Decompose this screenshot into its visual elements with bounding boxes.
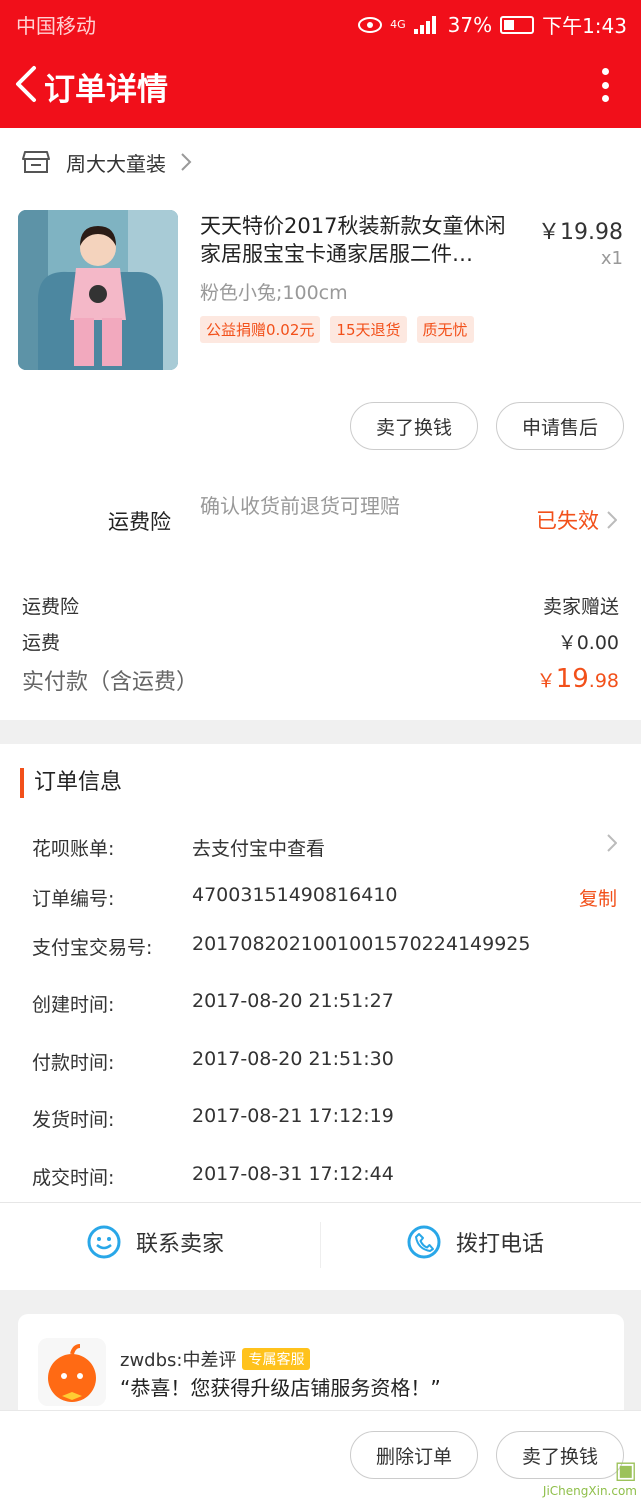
network-label: 4G [390,18,406,31]
info-label: 发货时间: [32,1109,115,1131]
info-label: 支付宝交易号: [32,937,153,959]
order-info-row: 发货时间: 2017-08-21 17:12:19 [32,1105,617,1132]
total-decimal: .98 [588,670,619,692]
order-info-row: 付款时间: 2017-08-20 21:51:30 [32,1048,617,1075]
order-info-row[interactable]: 花呗账单: 去支付宝中查看 [32,834,617,861]
phone-icon [407,1225,441,1259]
service-message-card[interactable]: zwdbs:中差评 专属客服 “恭喜！您获得升级店铺服务资格！” [18,1314,624,1424]
store-icon [22,151,50,173]
tag-quality: 质无忧 [416,316,474,343]
chevron-right-icon [181,153,192,171]
total-amount: ￥19.98 [537,664,619,696]
copy-button[interactable]: 复制 [579,884,617,911]
divider [0,1202,641,1203]
order-info-row: 创建时间: 2017-08-20 21:51:27 [32,990,617,1017]
info-value: 2017-08-20 21:51:27 [192,990,394,1012]
back-arrow-icon[interactable] [12,64,38,104]
page-title: 订单详情 [44,72,168,108]
summary-row: 运费险 卖家赠送 [22,592,619,619]
battery-icon [500,15,535,34]
order-info-row: 成交时间: 2017-08-31 17:12:44 [32,1163,617,1190]
battery-percent: 37% [447,12,493,37]
eye-icon [358,16,383,33]
order-info-row: 订单编号: 47003151490816410 复制 [32,884,617,911]
summary-label: 运费 [22,632,61,654]
info-value: 2017-08-31 17:12:44 [192,1163,394,1185]
summary-value: ￥0.00 [557,632,619,654]
order-info-row: 支付宝交易号: 2017082021001001570224149925 [32,933,617,960]
divider [320,1222,321,1268]
insurance-label: 运费险 [108,510,171,534]
mascot-avatar-icon [38,1338,106,1406]
info-label: 花呗账单: [32,838,115,860]
contact-seller-label: 联系卖家 [136,1232,225,1257]
service-badge: 专属客服 [242,1348,311,1370]
tag-charity: 公益捐赠0.02元 [200,316,321,343]
message-header: zwdbs:中差评 专属客服 [120,1346,311,1372]
info-label: 创建时间: [32,994,115,1016]
total-integer: 19 [555,664,589,694]
message-text: “恭喜！您获得升级店铺服务资格！” [120,1376,441,1400]
signal-icon [413,15,440,34]
app-header: 中国移动 4G 37% 下午1:43 订单详情 [0,0,641,128]
chevron-right-icon [607,834,617,852]
total-row: 实付款（含运费） ￥19.98 [22,664,619,696]
summary-row: 运费 ￥0.00 [22,628,619,655]
watermark-text: JiChengXin.com [542,1484,637,1498]
info-value: 47003151490816410 [192,884,398,906]
product-quantity: x1 [600,248,623,269]
clock: 下午1:43 [542,14,627,38]
order-item-card: 周大大童装 天天特价2017秋装新款女童休闲家居服宝宝卡通家居服二件… ￥19.… [0,128,641,720]
shop-row[interactable]: 周大大童装 [22,146,192,178]
chat-smile-icon [87,1225,121,1259]
status-bar: 中国移动 4G 37% 下午1:43 [0,0,641,44]
order-info-card: 订单信息 花呗账单: 去支付宝中查看 订单编号: 470031514908164… [0,744,641,1290]
insurance-status[interactable]: 已失效 [536,505,617,535]
delete-order-button[interactable]: 删除订单 [350,1431,478,1479]
summary-label: 运费险 [22,596,80,618]
tag-return: 15天退货 [330,316,407,343]
info-value: 2017-08-20 21:51:30 [192,1048,394,1070]
product-image [18,210,178,370]
info-label: 订单编号: [32,888,115,910]
insurance-description: 确认收货前退货可理赔 [200,494,400,518]
call-phone-label: 拨打电话 [456,1232,545,1257]
info-label: 付款时间: [32,1052,115,1074]
info-label: 成交时间: [32,1167,115,1189]
avatar [38,1338,106,1406]
nav-bar: 订单详情 [0,54,641,116]
shop-name: 周大大童装 [66,151,166,176]
order-info-title: 订单信息 [20,768,122,798]
total-currency: ￥ [536,670,556,692]
total-label: 实付款（含运费） [22,670,199,695]
chevron-right-icon [607,511,617,529]
watermark: ▣ JiChengXin.com [543,1456,637,1498]
contact-seller-button[interactable]: 联系卖家 [86,1224,224,1260]
message-sender: zwdbs:中差评 [120,1350,237,1371]
sell-for-cash-button[interactable]: 卖了换钱 [350,402,478,450]
apply-after-sale-button[interactable]: 申请售后 [496,402,624,450]
product-thumbnail[interactable] [18,210,178,370]
insurance-status-text: 已失效 [536,509,599,533]
product-price: ￥19.98 [538,220,623,245]
more-menu-icon[interactable] [599,68,611,102]
status-right: 4G 37% 下午1:43 [358,10,627,39]
info-value: 去支付宝中查看 [192,838,326,860]
carrier-label: 中国移动 [16,14,96,38]
call-phone-button[interactable]: 拨打电话 [406,1224,544,1260]
bottom-action-bar: 删除订单 卖了换钱 ▣ JiChengXin.com [0,1410,641,1500]
info-value: 2017082021001001570224149925 [192,933,531,955]
product-sku: 粉色小兔;100cm [200,282,348,304]
product-title[interactable]: 天天特价2017秋装新款女童休闲家居服宝宝卡通家居服二件… [200,212,520,268]
summary-value: 卖家赠送 [542,596,619,618]
info-value: 2017-08-21 17:12:19 [192,1105,394,1127]
watermark-logo-icon: ▣ [614,1456,637,1484]
product-tags: 公益捐赠0.02元 15天退货 质无忧 [200,316,474,343]
